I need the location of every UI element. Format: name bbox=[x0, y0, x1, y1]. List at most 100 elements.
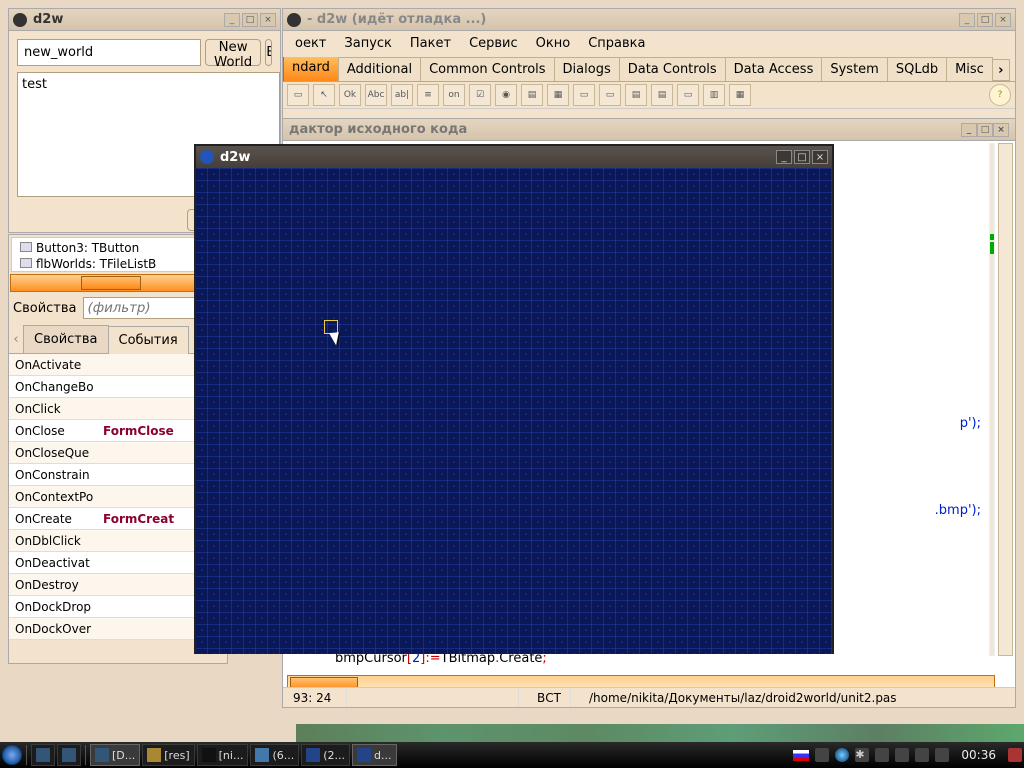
dialog-titlebar[interactable]: d2w _ □ × bbox=[9, 9, 280, 31]
maximize-button[interactable]: □ bbox=[977, 13, 993, 27]
scrollbar-thumb[interactable] bbox=[81, 276, 141, 290]
network-icon[interactable] bbox=[875, 748, 889, 762]
status-bar: 93: 24 ВСТ /home/nikita/Документы/laz/dr… bbox=[283, 687, 1015, 707]
component-button[interactable]: ab| bbox=[391, 84, 413, 106]
minimize-button[interactable]: _ bbox=[224, 13, 240, 27]
properties-label: Свойства bbox=[13, 301, 77, 316]
component-button[interactable]: ▦ bbox=[729, 84, 751, 106]
taskbar-item[interactable]: (6... bbox=[250, 744, 299, 766]
tab-data-controls[interactable]: Data Controls bbox=[619, 57, 726, 81]
taskbar-item[interactable]: [ni... bbox=[197, 744, 249, 766]
taskbar-item[interactable]: [D... bbox=[90, 744, 140, 766]
component-button[interactable]: ▤ bbox=[521, 84, 543, 106]
file-path: /home/nikita/Документы/laz/droid2world/u… bbox=[583, 688, 1011, 707]
game-titlebar[interactable]: d2w _ □ × bbox=[196, 146, 832, 168]
close-button[interactable]: × bbox=[812, 150, 828, 164]
component-button[interactable]: ▦ bbox=[547, 84, 569, 106]
vertical-scrollbar[interactable] bbox=[998, 143, 1013, 656]
tab-dialogs[interactable]: Dialogs bbox=[554, 57, 620, 81]
wifi-icon[interactable] bbox=[895, 748, 909, 762]
start-button[interactable] bbox=[2, 745, 22, 765]
taskbar-item[interactable]: [res] bbox=[142, 744, 194, 766]
maximize-button[interactable]: □ bbox=[242, 13, 258, 27]
tree-item[interactable]: Button3: TButton bbox=[20, 240, 216, 256]
app-icon bbox=[13, 13, 27, 27]
shutdown-icon[interactable] bbox=[1008, 748, 1022, 762]
app-icon bbox=[200, 150, 214, 164]
tab-events[interactable]: События bbox=[108, 326, 189, 354]
minimize-button[interactable]: _ bbox=[776, 150, 792, 164]
event-name: OnContextPo bbox=[9, 490, 99, 504]
menu-window[interactable]: Окно bbox=[528, 33, 579, 54]
tab-standard[interactable]: ndard bbox=[283, 57, 339, 81]
separator bbox=[26, 745, 27, 765]
tabs-scroll-right[interactable]: › bbox=[992, 59, 1010, 81]
volume-icon[interactable] bbox=[915, 748, 929, 762]
component-button[interactable]: ▥ bbox=[703, 84, 725, 106]
mail-icon[interactable] bbox=[935, 748, 949, 762]
taskbar-item[interactable]: d... bbox=[352, 744, 396, 766]
desktop-background bbox=[296, 724, 1024, 742]
tray-icon[interactable] bbox=[815, 748, 829, 762]
close-button[interactable]: × bbox=[995, 13, 1011, 27]
close-button[interactable]: × bbox=[993, 123, 1009, 137]
event-name: OnDockOver bbox=[9, 622, 99, 636]
help-icon[interactable]: ? bbox=[989, 84, 1011, 106]
component-button[interactable]: ▭ bbox=[677, 84, 699, 106]
code-minimap[interactable] bbox=[989, 143, 995, 656]
event-name: OnCloseQue bbox=[9, 446, 99, 460]
component-button[interactable]: ▭ bbox=[287, 84, 309, 106]
component-button[interactable]: ◉ bbox=[495, 84, 517, 106]
world-name-input[interactable] bbox=[17, 39, 201, 66]
en-button[interactable]: En bbox=[265, 39, 272, 66]
tab-properties[interactable]: Свойства bbox=[23, 325, 109, 353]
menu-service[interactable]: Сервис bbox=[461, 33, 526, 54]
main-titlebar[interactable]: - d2w (идёт отладка ...) _ □ × bbox=[283, 9, 1015, 31]
taskbar-item[interactable]: (2... bbox=[301, 744, 350, 766]
menu-project[interactable]: оект bbox=[287, 33, 334, 54]
component-button[interactable]: ▤ bbox=[625, 84, 647, 106]
tray-icon[interactable] bbox=[835, 748, 849, 762]
event-name: OnDockDrop bbox=[9, 600, 99, 614]
component-button[interactable]: ▭ bbox=[573, 84, 595, 106]
tab-data-access[interactable]: Data Access bbox=[725, 57, 823, 81]
component-button[interactable]: on bbox=[443, 84, 465, 106]
component-button[interactable]: ▤ bbox=[651, 84, 673, 106]
tab-scroll-left[interactable]: ‹ bbox=[9, 325, 23, 353]
bluetooth-icon[interactable]: ✱ bbox=[855, 748, 869, 762]
maximize-button[interactable]: □ bbox=[794, 150, 810, 164]
component-button[interactable]: Abc bbox=[365, 84, 387, 106]
source-editor-titlebar[interactable]: дактор исходного кода _ □ × bbox=[283, 119, 1015, 141]
tree-item[interactable]: flbWorlds: TFileListB bbox=[20, 256, 216, 272]
component-button[interactable]: ↖ bbox=[313, 84, 335, 106]
component-button[interactable]: ☑ bbox=[469, 84, 491, 106]
tab-additional[interactable]: Additional bbox=[338, 57, 421, 81]
tab-common-controls[interactable]: Common Controls bbox=[420, 57, 554, 81]
separator bbox=[85, 745, 86, 765]
component-button[interactable]: ≡ bbox=[417, 84, 439, 106]
menu-run[interactable]: Запуск bbox=[336, 33, 400, 54]
quick-launch-item[interactable] bbox=[31, 744, 55, 766]
quick-launch-item[interactable] bbox=[57, 744, 81, 766]
close-button[interactable]: × bbox=[260, 13, 276, 27]
keyboard-layout-icon[interactable] bbox=[793, 750, 809, 761]
app-icon bbox=[36, 748, 50, 762]
app-icon bbox=[287, 13, 301, 27]
clock[interactable]: 00:36 bbox=[955, 748, 1002, 762]
component-toolbar: ▭ ↖ Ok Abc ab| ≡ on ☑ ◉ ▤ ▦ ▭ ▭ ▤ ▤ ▭ ▥ … bbox=[283, 82, 1015, 109]
game-canvas[interactable] bbox=[196, 168, 832, 654]
cursor-position: 93: 24 bbox=[287, 688, 347, 707]
maximize-button[interactable]: □ bbox=[977, 123, 993, 137]
component-button[interactable]: ▭ bbox=[599, 84, 621, 106]
minimize-button[interactable]: _ bbox=[959, 13, 975, 27]
app-icon bbox=[62, 748, 76, 762]
new-world-button[interactable]: New World bbox=[205, 39, 261, 66]
menu-package[interactable]: Пакет bbox=[402, 33, 459, 54]
menu-help[interactable]: Справка bbox=[580, 33, 653, 54]
minimize-button[interactable]: _ bbox=[961, 123, 977, 137]
component-button[interactable]: Ok bbox=[339, 84, 361, 106]
component-tree[interactable]: Button3: TButton flbWorlds: TFileListB bbox=[11, 237, 225, 272]
tab-misc[interactable]: Misc bbox=[946, 57, 993, 81]
tab-system[interactable]: System bbox=[821, 57, 887, 81]
tab-sqldb[interactable]: SQLdb bbox=[887, 57, 947, 81]
